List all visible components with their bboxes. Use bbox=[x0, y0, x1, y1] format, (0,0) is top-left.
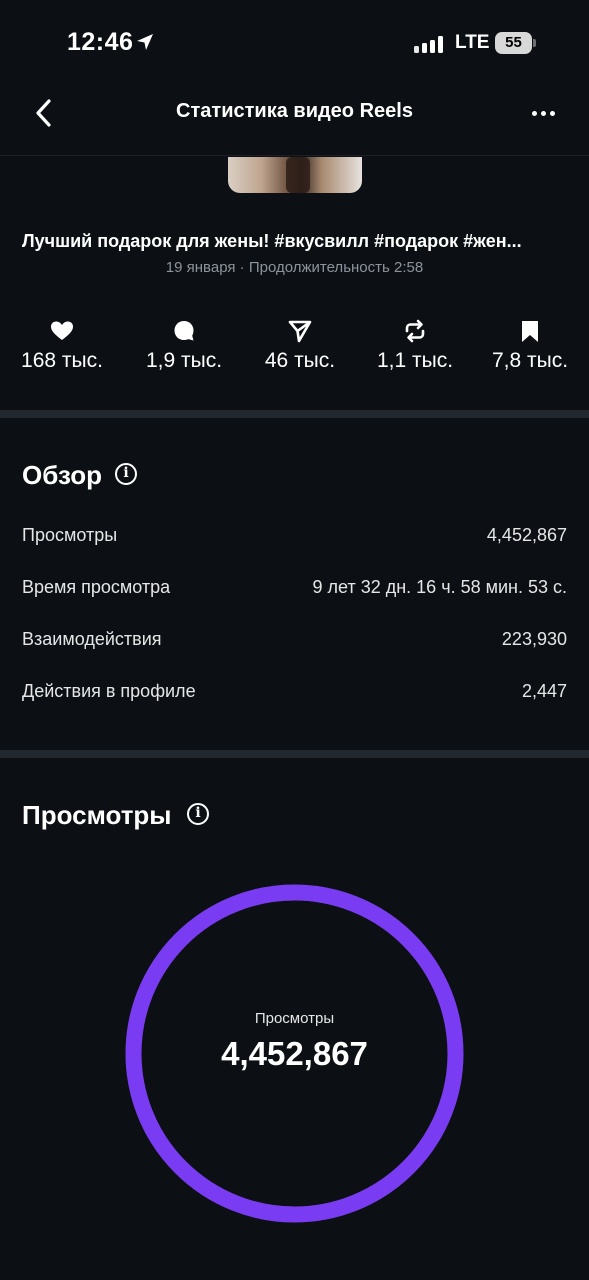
heart-icon bbox=[51, 321, 73, 340]
metric-label: Время просмотра bbox=[22, 577, 171, 597]
overview-title: Обзор bbox=[22, 460, 102, 490]
views-title: Просмотры bbox=[22, 800, 172, 830]
metric-label: Взаимодействия bbox=[22, 629, 162, 649]
status-time: 12:46 bbox=[67, 28, 134, 56]
metric-row-views: Просмотры 4,452,867 bbox=[22, 525, 567, 549]
stat-saves: 7,8 тыс. bbox=[475, 318, 585, 373]
stat-comments: 1,9 тыс. bbox=[129, 318, 239, 373]
ring-value: 4,452,867 bbox=[221, 1035, 368, 1072]
engagement-stats: 168 тыс. 1,9 тыс. 46 тыс. 1,1 тыс. 7,8 т… bbox=[0, 318, 589, 388]
video-thumbnail[interactable] bbox=[228, 157, 362, 193]
metric-value: 2,447 bbox=[521, 681, 567, 701]
stat-value: 168 тыс. bbox=[21, 349, 103, 372]
metric-row-profile-activity[interactable]: Действия в профиле 2,447 bbox=[22, 681, 567, 705]
metric-label: Просмотры bbox=[22, 525, 118, 545]
stat-value: 46 тыс. bbox=[264, 349, 336, 372]
nav-bar: Статистика видео Reels bbox=[0, 86, 589, 156]
repost-icon bbox=[405, 319, 425, 343]
battery-icon: 55 bbox=[495, 32, 537, 54]
stat-shares: 46 тыс. bbox=[245, 318, 355, 373]
more-options-button[interactable] bbox=[526, 99, 562, 127]
info-icon[interactable]: i bbox=[115, 463, 137, 485]
metric-label: Действия в профиле bbox=[22, 681, 196, 701]
stat-reposts: 1,1 тыс. bbox=[360, 318, 470, 373]
stat-value: 7,8 тыс. bbox=[491, 349, 569, 372]
metric-value: 223,930 bbox=[501, 629, 567, 649]
video-meta: 19 января · Продолжительность 2:58 bbox=[165, 259, 424, 276]
section-divider bbox=[0, 410, 589, 418]
comment-icon bbox=[174, 321, 194, 341]
bookmark-icon bbox=[522, 321, 538, 342]
send-icon bbox=[288, 320, 312, 343]
metric-value: 4,452,867 bbox=[486, 525, 567, 545]
stat-value: 1,1 тыс. bbox=[376, 349, 454, 372]
stat-value: 1,9 тыс. bbox=[145, 349, 223, 372]
location-arrow-icon bbox=[137, 34, 153, 50]
metric-row-interactions[interactable]: Взаимодействия 223,930 bbox=[22, 629, 567, 653]
status-bar: 12:46 LTE 55 bbox=[0, 0, 589, 86]
section-divider bbox=[0, 750, 589, 758]
reels-insights-screen: 12:46 LTE 55 Статистика видео Reels Лучш… bbox=[0, 0, 589, 1280]
views-ring-chart: Просмотры 4,452,867 bbox=[125, 884, 464, 1223]
info-icon[interactable]: i bbox=[187, 803, 209, 825]
network-type: LTE bbox=[455, 32, 490, 53]
ring-label: Просмотры bbox=[254, 1010, 335, 1027]
stat-likes: 168 тыс. bbox=[7, 318, 117, 373]
battery-level: 55 bbox=[495, 32, 532, 54]
page-title: Статистика видео Reels bbox=[176, 100, 413, 122]
signal-icon bbox=[414, 33, 446, 53]
metric-value: 9 лет 32 дн. 16 ч. 58 мин. 53 с. bbox=[312, 577, 567, 597]
metric-row-watch-time: Время просмотра 9 лет 32 дн. 16 ч. 58 ми… bbox=[22, 577, 567, 601]
video-title: Лучший подарок для жены! #вкусвилл #пода… bbox=[22, 231, 522, 251]
